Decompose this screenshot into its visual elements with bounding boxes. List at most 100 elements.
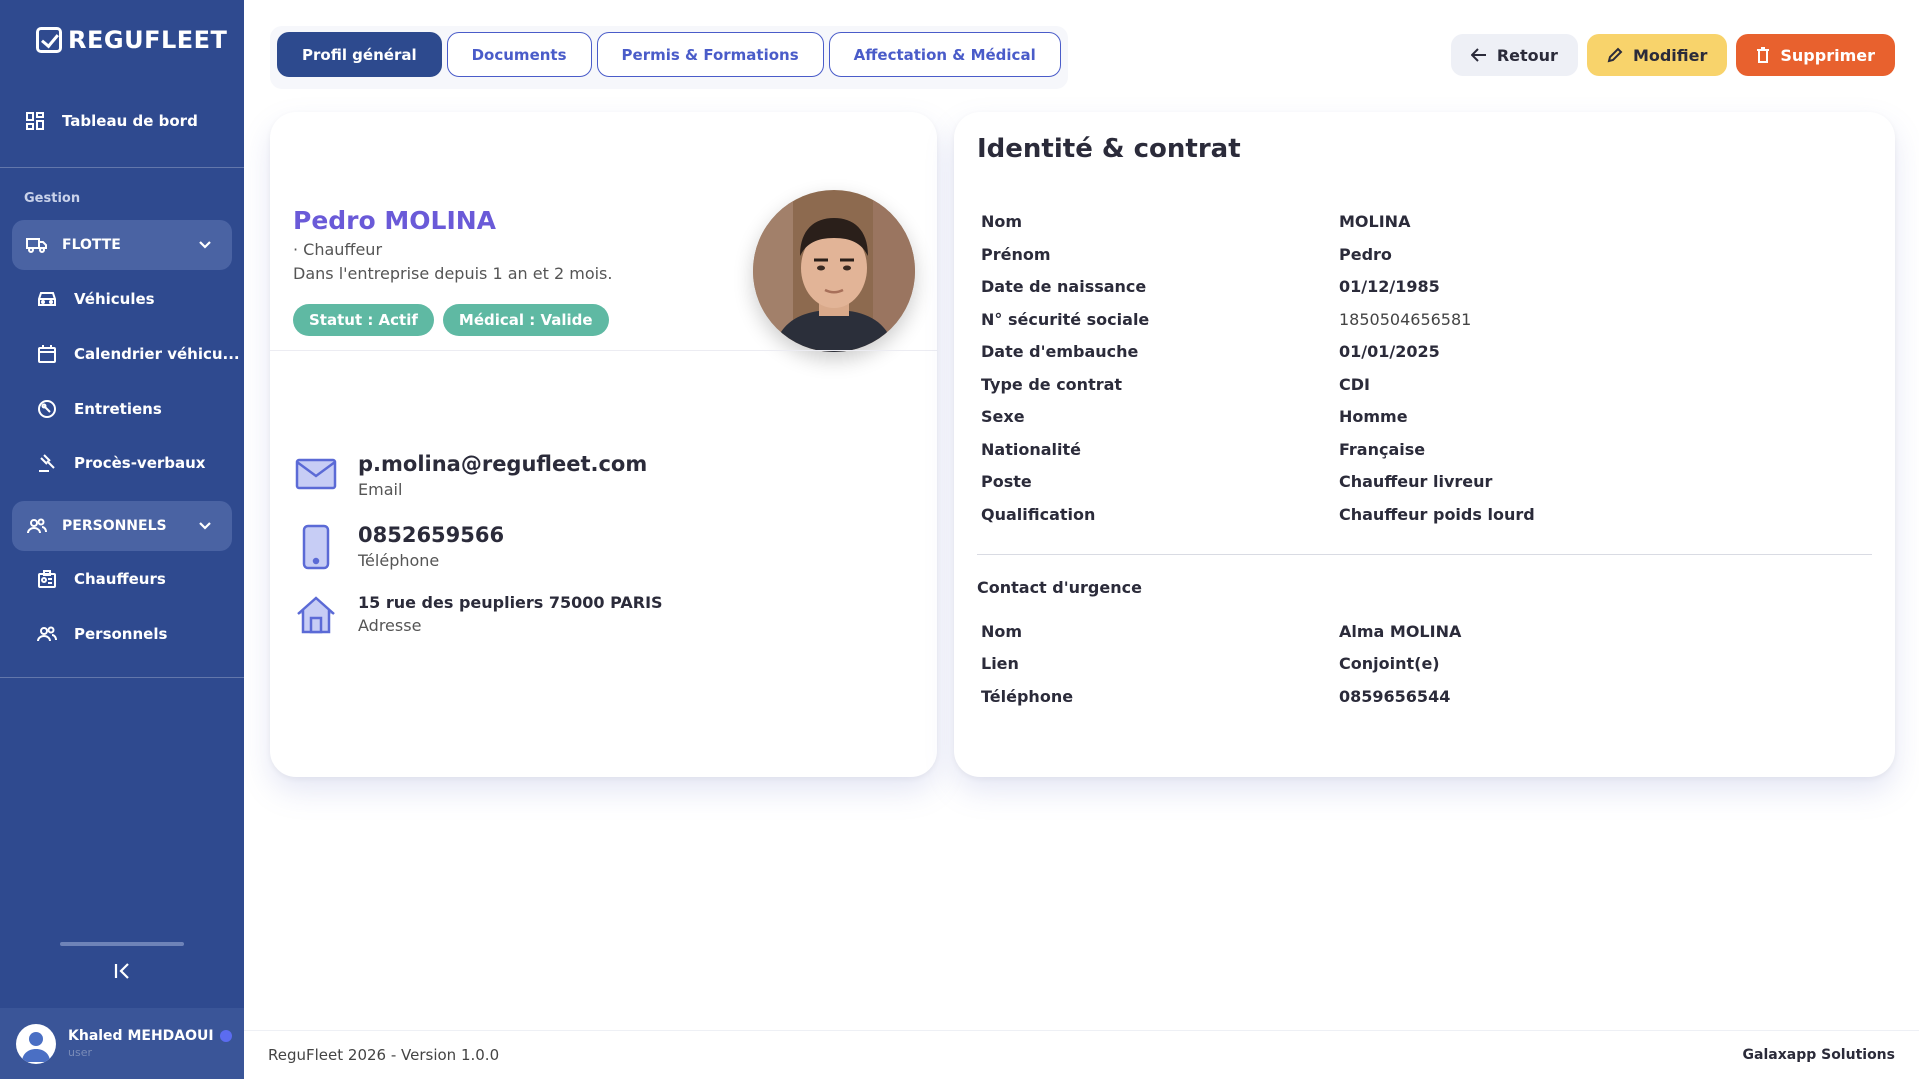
grid-icon [24, 110, 46, 132]
profile-photo [753, 190, 915, 352]
sidebar-item-chauffeurs[interactable]: Chauffeurs [36, 568, 166, 590]
chevron-down-icon [194, 515, 216, 537]
calendar-icon [36, 343, 58, 365]
chevron-down-icon [194, 234, 216, 256]
sidebar: REGUFLEET Tableau de bord Gestion FLOTTE… [0, 0, 244, 1079]
app-logo[interactable]: REGUFLEET [36, 26, 227, 54]
field-value: Pedro [1339, 244, 1392, 264]
field-value: Alma MOLINA [1339, 621, 1462, 641]
phone-value[interactable]: 0852659566 [358, 523, 504, 547]
sidebar-item-vehicules[interactable]: Véhicules [36, 288, 155, 310]
identity-title: Identité & contrat [977, 134, 1241, 164]
field-label: Date de naissance [981, 276, 1147, 296]
tab-bar: Profil général Documents Permis & Format… [270, 26, 1068, 89]
sidebar-divider [0, 677, 244, 678]
footer-company: Galaxapp Solutions [1742, 1047, 1895, 1063]
field-value: 01/12/1985 [1339, 276, 1440, 296]
field-value: Chauffeur livreur [1339, 471, 1493, 491]
user-profile[interactable]: Khaled MEHDAOUI user [0, 1008, 244, 1079]
truck-icon [26, 234, 48, 256]
profile-card: Pedro MOLINA · Chauffeur Dans l'entrepri… [270, 112, 937, 777]
sidebar-item-proces-verbaux[interactable]: Procès-verbaux [36, 452, 205, 474]
profile-tenure: Dans l'entreprise depuis 1 an et 2 mois. [293, 264, 613, 283]
sidebar-item-personnels[interactable]: Personnels [36, 623, 167, 645]
field-label: Date d'embauche [981, 341, 1139, 361]
sidebar-scrollbar[interactable] [60, 942, 184, 946]
field-value: CDI [1339, 374, 1370, 394]
sidebar-item-label: Tableau de bord [62, 112, 198, 130]
action-buttons: Retour Modifier Supprimer [1450, 34, 1895, 76]
mail-icon [294, 452, 338, 496]
emergency-row: Nom Alma MOLINA [981, 618, 1861, 644]
sidebar-section-label: Gestion [24, 191, 81, 206]
field-label: Sexe [981, 406, 1025, 426]
sidebar-item-label: Chauffeurs [74, 570, 166, 588]
back-label: Retour [1496, 45, 1558, 65]
sidebar-divider [0, 167, 244, 168]
sidebar-group-label: FLOTTE [62, 237, 121, 253]
gavel-icon [36, 452, 58, 474]
phone-label: Téléphone [358, 551, 440, 570]
field-label: Lien [981, 653, 1019, 673]
field-label: Nationalité [981, 439, 1081, 459]
sidebar-item-calendrier[interactable]: Calendrier véhicu... [36, 343, 240, 365]
phone-icon [294, 523, 338, 571]
tab-affectation-medical[interactable]: Affectation & Médical [828, 32, 1061, 77]
identity-row: Type de contrat CDI [981, 371, 1861, 397]
section-divider [977, 554, 1872, 555]
status-badges: Statut : Actif Médical : Valide [293, 304, 609, 336]
sidebar-group-flotte[interactable]: FLOTTE [12, 220, 232, 270]
identity-row: Date de naissance 01/12/1985 [981, 273, 1861, 299]
address-value: 15 rue des peupliers 75000 PARIS [358, 593, 663, 612]
identity-row: Date d'embauche 01/01/2025 [981, 338, 1861, 364]
sidebar-item-label: Personnels [74, 625, 168, 643]
field-value: 01/01/2025 [1339, 341, 1440, 361]
sidebar-item-dashboard[interactable]: Tableau de bord [24, 110, 198, 132]
identity-row: Prénom Pedro [981, 241, 1861, 267]
footer-divider [244, 1030, 1919, 1031]
pencil-icon [1607, 47, 1623, 63]
user-name: Khaled MEHDAOUI [68, 1028, 214, 1044]
tab-profil-general[interactable]: Profil général [277, 32, 442, 77]
field-value: Chauffeur poids lourd [1339, 504, 1535, 524]
delete-button[interactable]: Supprimer [1736, 34, 1895, 76]
car-icon [36, 288, 58, 310]
field-label: Qualification [981, 504, 1096, 524]
field-label: N° sécurité sociale [981, 309, 1150, 329]
medical-badge: Médical : Valide [442, 304, 609, 336]
field-label: Nom [981, 211, 1023, 231]
avatar [16, 1023, 56, 1064]
identity-row: Nom MOLINA [981, 208, 1861, 234]
field-value: 0859656544 [1339, 686, 1451, 706]
collapse-sidebar-button[interactable] [110, 958, 136, 984]
user-role: user [68, 1046, 92, 1059]
sidebar-group-personnels[interactable]: PERSONNELS [12, 501, 232, 551]
sidebar-item-entretiens[interactable]: Entretiens [36, 398, 162, 420]
check-logo-icon [36, 27, 62, 53]
email-value[interactable]: p.molina@regufleet.com [358, 452, 647, 476]
email-label: Email [358, 480, 403, 499]
field-label: Type de contrat [981, 374, 1123, 394]
emergency-row: Téléphone 0859656544 [981, 683, 1861, 709]
sidebar-item-label: Entretiens [74, 400, 162, 418]
tab-documents[interactable]: Documents [446, 32, 592, 77]
profile-name: Pedro MOLINA [293, 206, 497, 235]
identity-row: Qualification Chauffeur poids lourd [981, 501, 1861, 527]
contact-phone: 0852659566 Téléphone [294, 523, 504, 571]
delete-label: Supprimer [1780, 45, 1875, 65]
users-icon [36, 623, 58, 645]
back-button[interactable]: Retour [1450, 34, 1578, 76]
field-label: Téléphone [981, 686, 1074, 706]
tab-permis-formations[interactable]: Permis & Formations [596, 32, 824, 77]
identity-card: Identité & contrat Nom MOLINA Prénom Pedro… [954, 112, 1895, 777]
edit-button[interactable]: Modifier [1586, 34, 1728, 76]
field-label: Poste [981, 471, 1032, 491]
emergency-title: Contact d'urgence [977, 578, 1142, 597]
trash-icon [1757, 47, 1770, 63]
collapse-left-icon [114, 963, 129, 979]
verified-icon [219, 1030, 232, 1042]
contact-email: p.molina@regufleet.com Email [294, 452, 647, 499]
address-label: Adresse [358, 616, 422, 635]
field-value: MOLINA [1339, 211, 1411, 231]
user-avatar-icon [22, 1031, 50, 1062]
